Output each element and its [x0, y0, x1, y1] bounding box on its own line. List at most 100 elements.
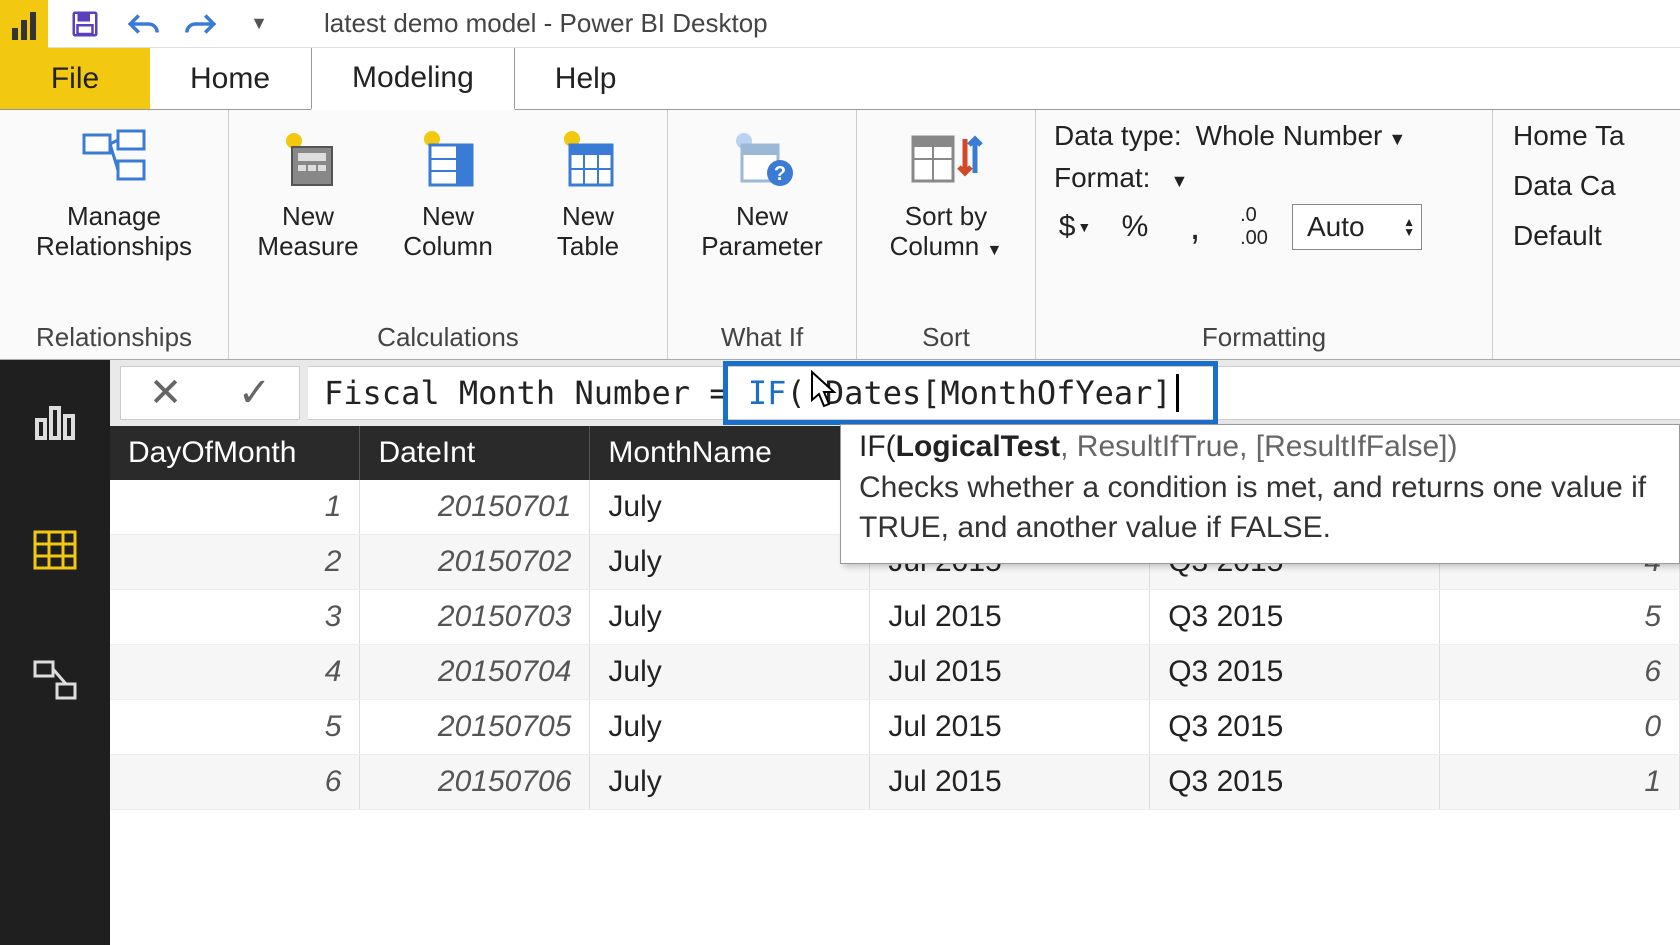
- table-cell[interactable]: 1: [1440, 755, 1680, 810]
- table-row[interactable]: 520150705JulyJul 2015Q3 20150: [110, 700, 1680, 755]
- table-cell[interactable]: 20150705: [360, 700, 590, 755]
- table-cell[interactable]: Jul 2015: [870, 700, 1150, 755]
- tab-modeling[interactable]: Modeling: [311, 48, 515, 110]
- tab-home[interactable]: Home: [150, 48, 311, 109]
- tab-file[interactable]: File: [0, 48, 150, 109]
- table-cell[interactable]: July: [590, 535, 870, 590]
- format-dropdown[interactable]: ▼: [1164, 162, 1188, 194]
- default-summarization-label[interactable]: Default: [1513, 220, 1625, 252]
- formula-prefix: Fiscal Month Number =: [324, 374, 729, 412]
- table-cell[interactable]: 3: [110, 590, 360, 645]
- table-row[interactable]: 420150704JulyJul 2015Q3 20156: [110, 645, 1680, 700]
- table-cell[interactable]: July: [590, 645, 870, 700]
- signature-description: Checks whether a condition is met, and r…: [859, 468, 1661, 549]
- table-cell[interactable]: July: [590, 590, 870, 645]
- view-switcher: [0, 360, 110, 945]
- save-button[interactable]: [68, 7, 102, 41]
- ribbon: Manage Relationships Relationships New M…: [0, 110, 1680, 360]
- window-title: latest demo model - Power BI Desktop: [296, 8, 768, 39]
- datatype-label: Data type:: [1054, 120, 1182, 152]
- new-measure-icon: [278, 124, 338, 194]
- formula-accept-button[interactable]: ✓: [210, 366, 300, 420]
- group-whatif: ? New Parameter What If: [668, 110, 857, 359]
- work-area: ✕ ✓ Fiscal Month Number = IF( Dates[Mont…: [0, 360, 1680, 945]
- table-row[interactable]: 320150703JulyJul 2015Q3 20155: [110, 590, 1680, 645]
- table-cell[interactable]: 0: [1440, 700, 1680, 755]
- table-cell[interactable]: July: [590, 755, 870, 810]
- group-sort: Sort by Column ▼ Sort: [857, 110, 1036, 359]
- table-cell[interactable]: 6: [110, 755, 360, 810]
- column-header[interactable]: MonthName: [590, 426, 870, 480]
- qat-dropdown[interactable]: ▼: [242, 7, 276, 41]
- percent-button[interactable]: %: [1114, 206, 1156, 248]
- redo-button[interactable]: [184, 7, 218, 41]
- relationships-icon: [78, 124, 150, 194]
- table-cell[interactable]: Q3 2015: [1150, 700, 1440, 755]
- table-cell[interactable]: 1: [110, 480, 360, 535]
- group-formatting: Data type: Whole Number▼ Format: ▼ $▼ % …: [1036, 110, 1493, 359]
- column-header[interactable]: DayOfMonth: [110, 426, 360, 480]
- table-cell[interactable]: July: [590, 700, 870, 755]
- manage-relationships-button[interactable]: Manage Relationships: [14, 120, 214, 266]
- table-cell[interactable]: 5: [110, 700, 360, 755]
- main-panel: ✕ ✓ Fiscal Month Number = IF( Dates[Mont…: [110, 360, 1680, 945]
- table-cell[interactable]: Jul 2015: [870, 645, 1150, 700]
- table-cell[interactable]: 4: [110, 645, 360, 700]
- group-relationships: Manage Relationships Relationships: [0, 110, 229, 359]
- table-cell[interactable]: Jul 2015: [870, 590, 1150, 645]
- format-label: Format:: [1054, 162, 1150, 194]
- chevron-down-icon: ▼: [986, 242, 1002, 259]
- table-cell[interactable]: 5: [1440, 590, 1680, 645]
- formula-body: ( Dates[MonthOfYear]: [786, 374, 1171, 412]
- table-cell[interactable]: Jul 2015: [870, 755, 1150, 810]
- formula-bar[interactable]: Fiscal Month Number = IF( Dates[MonthOfY…: [308, 366, 1680, 420]
- new-parameter-button[interactable]: ? New Parameter: [682, 120, 842, 266]
- text-cursor: [1176, 374, 1179, 412]
- table-cell[interactable]: 20150701: [360, 480, 590, 535]
- formula-keyword: IF: [748, 374, 787, 412]
- table-cell[interactable]: July: [590, 480, 870, 535]
- formula-cancel-button[interactable]: ✕: [120, 366, 210, 420]
- table-cell[interactable]: 20150703: [360, 590, 590, 645]
- chevron-down-icon: ▼: [1164, 171, 1188, 191]
- new-column-icon: [418, 124, 478, 194]
- signature-line: IF(LogicalTest, ResultIfTrue, [ResultIfF…: [859, 427, 1661, 468]
- table-cell[interactable]: 6: [1440, 645, 1680, 700]
- table-cell[interactable]: Q3 2015: [1150, 645, 1440, 700]
- table-row[interactable]: 620150706JulyJul 2015Q3 20151: [110, 755, 1680, 810]
- new-measure-button[interactable]: New Measure: [243, 120, 373, 266]
- decimal-places-stepper[interactable]: Auto ▲▼: [1292, 204, 1422, 250]
- undo-button[interactable]: [126, 7, 160, 41]
- sort-icon: [909, 124, 983, 194]
- new-table-button[interactable]: New Table: [523, 120, 653, 266]
- new-parameter-icon: ?: [730, 124, 794, 194]
- table-cell[interactable]: Q3 2015: [1150, 755, 1440, 810]
- table-cell[interactable]: Q3 2015: [1150, 590, 1440, 645]
- sort-by-column-button[interactable]: Sort by Column ▼: [871, 120, 1021, 266]
- table-cell[interactable]: 20150706: [360, 755, 590, 810]
- report-view-button[interactable]: [25, 390, 85, 450]
- home-table-label[interactable]: Home Ta: [1513, 120, 1625, 152]
- column-header[interactable]: DateInt: [360, 426, 590, 480]
- thousands-button[interactable]: ,: [1174, 206, 1216, 248]
- table-cell[interactable]: 20150704: [360, 645, 590, 700]
- table-cell[interactable]: 2: [110, 535, 360, 590]
- intellisense-tooltip: IF(LogicalTest, ResultIfTrue, [ResultIfF…: [840, 424, 1680, 564]
- data-category-label[interactable]: Data Ca: [1513, 170, 1625, 202]
- group-calculations: New Measure New Column New Table Calcula…: [229, 110, 668, 359]
- formula-bar-row: ✕ ✓ Fiscal Month Number = IF( Dates[Mont…: [110, 360, 1680, 426]
- tab-help[interactable]: Help: [515, 48, 658, 109]
- new-column-button[interactable]: New Column: [383, 120, 513, 266]
- currency-button[interactable]: $▼: [1054, 206, 1096, 248]
- data-view-button[interactable]: [25, 520, 85, 580]
- svg-text:?: ?: [774, 163, 786, 185]
- quick-access-toolbar: ▼: [48, 7, 296, 41]
- ribbon-tabs: File Home Modeling Help: [0, 48, 1680, 110]
- model-view-button[interactable]: [25, 650, 85, 710]
- decimal-icon[interactable]: .0.00: [1234, 206, 1274, 248]
- app-icon: [0, 0, 48, 48]
- table-cell[interactable]: 20150702: [360, 535, 590, 590]
- group-properties: Home Ta Data Ca Default: [1493, 110, 1645, 359]
- new-table-icon: [558, 124, 618, 194]
- datatype-dropdown[interactable]: Whole Number▼: [1196, 120, 1407, 152]
